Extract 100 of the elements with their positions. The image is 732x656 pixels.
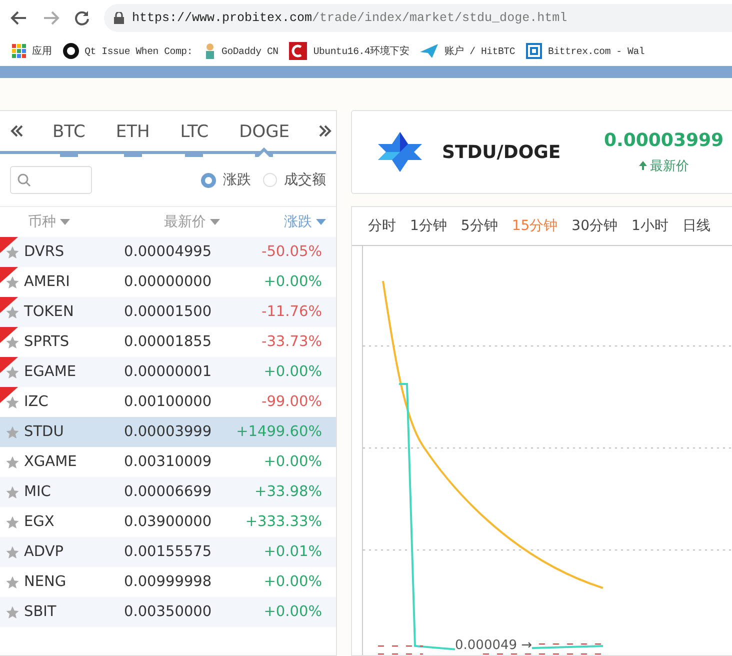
price-change: -33.73% <box>260 334 322 350</box>
coin-price: 0.00310009 <box>124 454 213 470</box>
pair-name: STDU/DOGE <box>442 142 562 162</box>
caret-icon <box>60 219 70 225</box>
figure-icon <box>204 43 216 59</box>
bookmark[interactable]: Qt Issue When Comp: <box>62 43 193 59</box>
up-arrow-icon <box>638 161 647 170</box>
market-row[interactable]: ADVP 0.00155575 +0.01% <box>0 537 336 567</box>
search-field[interactable] <box>10 166 92 194</box>
price-change: +0.00% <box>262 604 322 620</box>
star-icon[interactable] <box>5 544 20 560</box>
market-tab[interactable]: DOGE <box>237 111 292 157</box>
caret-icon <box>210 219 220 225</box>
bookmark[interactable]: Ubuntu16.4环境下安 <box>289 42 410 60</box>
market-tab[interactable]: ETH <box>114 111 152 157</box>
coin-price: 0.00999998 <box>124 574 213 590</box>
coin-name: XGAME <box>24 454 78 470</box>
star-icon[interactable] <box>5 274 20 290</box>
coin-price: 0.03900000 <box>124 514 213 530</box>
address-bar[interactable]: https://www.probitex.com/trade/index/market/stdu_doge.html <box>104 4 732 32</box>
price-change: +0.00% <box>262 574 322 590</box>
period-tab[interactable]: 日线 <box>682 217 710 235</box>
coin-price: 0.00000001 <box>124 364 213 380</box>
star-icon[interactable] <box>5 454 20 470</box>
period-tab[interactable]: 分时 <box>368 217 396 235</box>
period-tab[interactable]: 1小时 <box>632 217 668 235</box>
coin-name: EGX <box>24 514 56 530</box>
market-tab[interactable]: BTC <box>50 111 88 157</box>
star-icon[interactable] <box>5 484 20 500</box>
coin-price: 0.00006699 <box>124 484 213 500</box>
square-logo-icon <box>526 43 542 59</box>
double-left-icon[interactable] <box>10 124 24 138</box>
star-icon[interactable] <box>5 574 20 590</box>
sort-radio[interactable]: 涨跌 <box>201 171 251 189</box>
coin-price: 0.00004995 <box>124 244 213 260</box>
reload-icon[interactable] <box>74 10 90 26</box>
coin-name: NENG <box>24 574 68 590</box>
star-icon[interactable] <box>5 514 20 530</box>
coin-price: 0.00100000 <box>124 394 213 410</box>
price-change: -50.05% <box>260 244 322 260</box>
market-row[interactable]: EGAME 0.00000001 +0.00% <box>0 357 336 387</box>
price-change: +0.01% <box>262 544 322 560</box>
coin-price: 0.00003999 <box>124 424 213 440</box>
coin-name: MIC <box>24 484 52 500</box>
price-change: +0.00% <box>262 364 322 380</box>
sort-radio[interactable]: 成交额 <box>263 171 326 189</box>
coin-price: 0.00155575 <box>124 544 213 560</box>
period-tab[interactable]: 5分钟 <box>460 217 498 235</box>
coin-name: STDU <box>24 424 65 440</box>
star-logo-icon <box>378 130 422 174</box>
price-change: +0.00% <box>262 274 322 290</box>
forward-icon[interactable] <box>42 9 60 27</box>
price-change: +333.33% <box>244 514 322 530</box>
price-change: +0.00% <box>262 454 322 470</box>
url-path: /trade/index/market/stdu_doge.html <box>312 11 568 25</box>
price-change: +33.98% <box>254 484 322 500</box>
back-icon[interactable] <box>10 9 28 27</box>
c-logo-icon <box>289 42 308 60</box>
period-tab[interactable]: 1分钟 <box>410 217 447 235</box>
caret-icon <box>316 219 326 225</box>
star-icon[interactable] <box>5 394 20 410</box>
coin-price: 0.00001855 <box>124 334 213 350</box>
coin-price: 0.00350000 <box>124 604 213 620</box>
last-price: 0.00003999 <box>604 130 724 150</box>
lock-icon <box>114 12 124 24</box>
price-annotation: 0.000049 → <box>455 638 532 653</box>
coin-price: 0.00000000 <box>124 274 213 290</box>
coin-name: SPRTS <box>24 334 70 350</box>
star-icon[interactable] <box>5 244 20 260</box>
coin-name: AMERI <box>24 274 71 290</box>
star-icon[interactable] <box>5 334 20 350</box>
coin-name: EGAME <box>24 364 77 380</box>
market-row[interactable]: MIC 0.00006699 +33.98% <box>0 477 336 507</box>
star-icon[interactable] <box>5 364 20 380</box>
radio-label: 涨跌 <box>223 171 251 189</box>
star-icon[interactable] <box>5 424 20 440</box>
market-tab[interactable]: LTC <box>178 111 211 157</box>
coin-name: DVRS <box>24 244 66 260</box>
coin-price: 0.00001500 <box>124 304 213 320</box>
coin-name: IZC <box>24 394 50 410</box>
grid-icon <box>12 44 26 58</box>
market-row[interactable]: TOKEN 0.00001500 -11.76% <box>0 297 336 327</box>
period-tab[interactable]: 30分钟 <box>572 217 618 235</box>
coin-name: TOKEN <box>24 304 75 320</box>
market-row[interactable]: SBIT 0.00350000 +0.00% <box>0 597 336 627</box>
market-row[interactable]: DVRS 0.00004995 -50.05% <box>0 237 336 267</box>
bookmark[interactable]: GoDaddy CN <box>204 43 278 59</box>
url-host: https://www.probitex.com <box>132 11 312 25</box>
price-change: -99.00% <box>260 394 322 410</box>
search-icon <box>17 173 31 187</box>
radio-label: 成交额 <box>284 171 326 189</box>
double-right-icon[interactable] <box>318 124 332 138</box>
market-row[interactable]: STDU 0.00003999 +1499.60% <box>0 417 336 447</box>
price-change: -11.76% <box>260 304 322 320</box>
star-icon[interactable] <box>5 604 20 620</box>
bookmark[interactable]: Bittrex.com - Wal <box>526 43 645 59</box>
star-icon[interactable] <box>5 304 20 320</box>
coin-name: ADVP <box>24 544 64 560</box>
bookmark[interactable]: 应用 <box>12 44 52 58</box>
bookmark[interactable]: 账户 / HitBTC <box>420 44 516 58</box>
